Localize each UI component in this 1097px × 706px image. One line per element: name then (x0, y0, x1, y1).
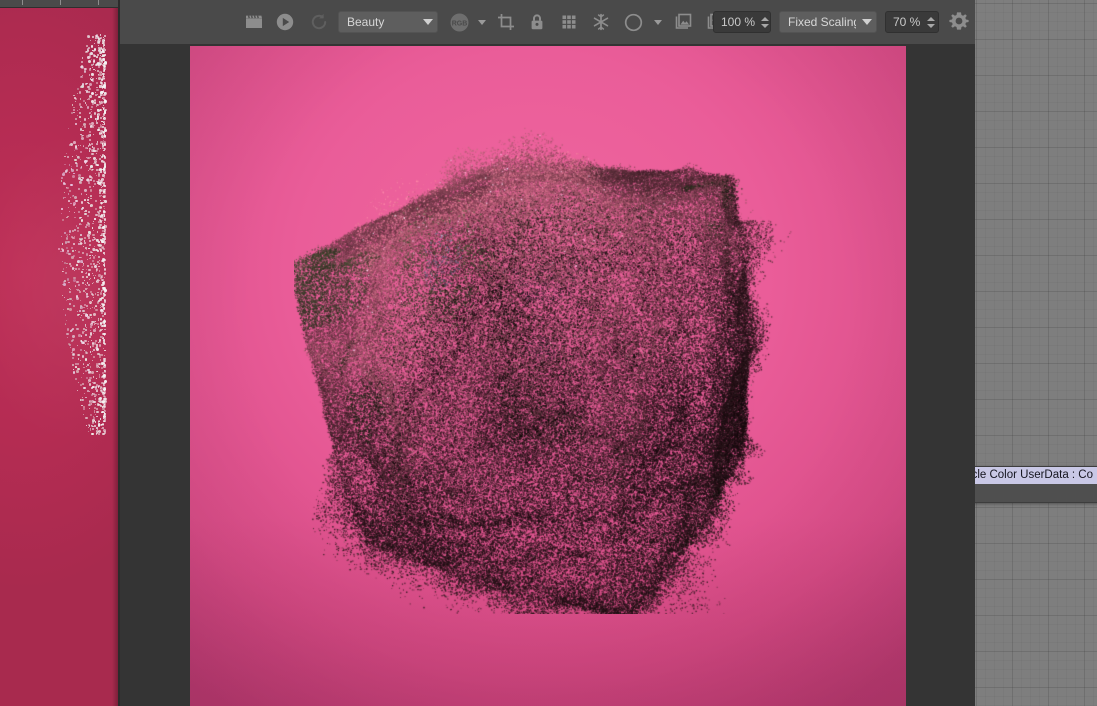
render-scale-stepper[interactable]: 70 % (883, 0, 941, 44)
render-settings-button[interactable] (945, 0, 973, 44)
crop-region-icon (493, 9, 519, 35)
aov-select-label: Beauty (347, 15, 385, 29)
refresh-render-button[interactable] (306, 0, 332, 44)
zoom-percent-value: 100 % (721, 15, 756, 29)
scaling-mode-label: Fixed Scaling (788, 15, 856, 29)
start-render-button[interactable] (272, 0, 298, 44)
color-management-dropdown-button[interactable] (648, 0, 668, 44)
grid-icon (556, 9, 582, 35)
gear-icon (946, 9, 972, 35)
scaling-mode-select[interactable]: Fixed Scaling (777, 0, 879, 44)
scaling-mode-control[interactable]: Fixed Scaling (779, 11, 877, 33)
node-editor-grid (975, 0, 1097, 706)
channel-dropdown-button[interactable] (472, 0, 492, 44)
adjacent-viewport-strip (0, 0, 120, 706)
render-canvas-area[interactable] (120, 44, 975, 706)
svg-text:RGB: RGB (451, 20, 467, 27)
zoom-percent-stepper[interactable]: 100 % (711, 0, 773, 44)
circle-icon (620, 9, 646, 35)
snowflake-icon (588, 9, 614, 35)
color-management-button[interactable] (620, 0, 646, 44)
node-editor-panel[interactable]: rticle Color UserData : Co RS Scalar Use… (975, 0, 1097, 706)
rendered-image[interactable] (190, 46, 906, 706)
pixel-grid-button[interactable] (556, 0, 582, 44)
chevron-down-icon (472, 9, 492, 35)
image-snapshot-icon (670, 9, 696, 35)
render-view-panel: Beauty RGB 100 % Fixed Scaling 70 % (120, 0, 975, 706)
lock-render-button[interactable] (524, 0, 550, 44)
render-view-toolbar: Beauty RGB 100 % Fixed Scaling 70 % (120, 0, 975, 45)
denoise-button[interactable] (588, 0, 614, 44)
rgb-channel-icon: RGB (446, 9, 472, 35)
node-body (975, 484, 1097, 502)
lock-icon (524, 9, 550, 35)
node-title: rticle Color UserData : Co (975, 467, 1097, 484)
rgb-channel-button[interactable]: RGB (446, 0, 472, 44)
chevron-down-icon (423, 19, 433, 25)
node-particle-color-userdata[interactable]: rticle Color UserData : Co (975, 466, 1097, 503)
render-scale-value: 70 % (893, 15, 921, 29)
play-icon (272, 9, 298, 35)
render-to-picture-viewer-button[interactable] (241, 0, 267, 44)
chevron-down-icon (862, 19, 872, 25)
chevron-down-icon (648, 9, 668, 35)
zoom-percent-spinner[interactable] (760, 14, 769, 30)
refresh-icon (306, 9, 332, 35)
render-region-button[interactable] (493, 0, 519, 44)
aov-select[interactable]: Beauty (336, 0, 440, 44)
clapperboard-icon (241, 9, 267, 35)
aov-select-control[interactable]: Beauty (338, 11, 438, 33)
render-scale-spinner[interactable] (926, 14, 935, 30)
particle-cube-object (294, 114, 794, 614)
adjacent-viewport-toolbar (0, 0, 120, 8)
render-scale-field-control[interactable]: 70 % (885, 11, 939, 33)
snapshot-button[interactable] (670, 0, 696, 44)
zoom-percent-field-control[interactable]: 100 % (713, 11, 771, 33)
redshift-render-view-window: Beauty RGB 100 % Fixed Scaling 70 % rtic… (0, 0, 1097, 706)
adjacent-viewport-render (0, 8, 118, 706)
